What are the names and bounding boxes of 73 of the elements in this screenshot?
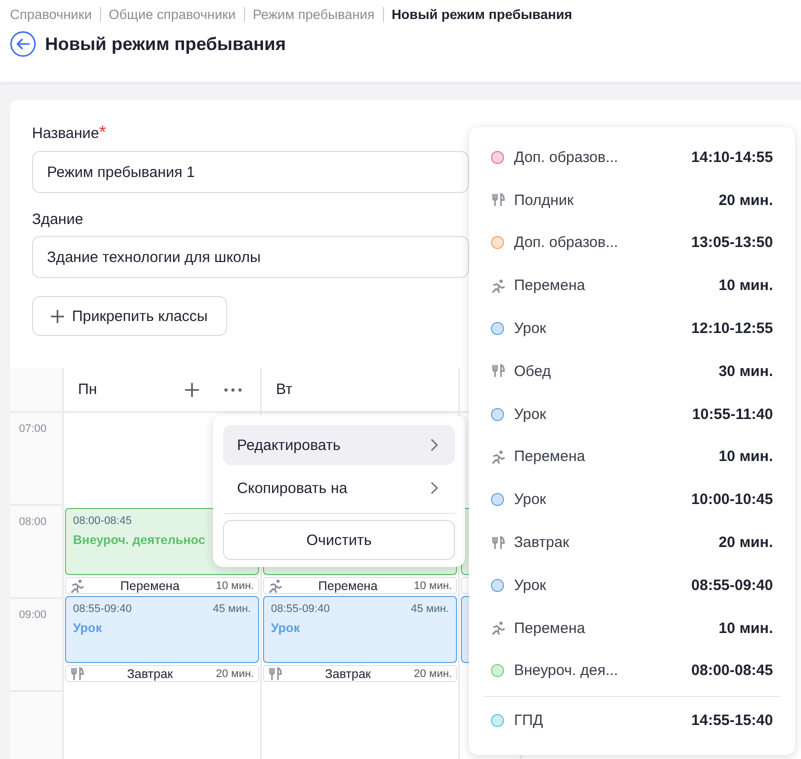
runner-icon bbox=[491, 450, 505, 464]
event-block[interactable]: 08:55-09:40 45 мин. Урок bbox=[263, 596, 457, 663]
legend-value: 10 мин. bbox=[718, 277, 773, 294]
event-block[interactable]: 08:55-09:40 45 мин. Урок bbox=[65, 596, 259, 663]
runner-icon bbox=[268, 578, 282, 592]
break-row: Завтрак 20 мин. bbox=[65, 665, 259, 682]
field-label: Название bbox=[32, 125, 100, 142]
building-select[interactable]: Здание технологии для школы bbox=[32, 236, 469, 278]
runner-icon bbox=[491, 621, 505, 636]
fork-knife-icon bbox=[70, 666, 84, 680]
legend-label: Перемена bbox=[514, 620, 586, 637]
legend-value: 14:10-14:55 bbox=[691, 148, 773, 166]
legend-value: 10:55-11:40 bbox=[692, 406, 773, 423]
legend-label: Перемена bbox=[514, 448, 586, 466]
legend-value: 08:00-08:45 bbox=[691, 662, 773, 680]
fork-knife-icon bbox=[491, 193, 505, 208]
name-input[interactable]: Режим пребывания 1 bbox=[32, 151, 469, 193]
event-duration: 45 мин. bbox=[410, 603, 449, 615]
legend-label: Перемена bbox=[514, 277, 586, 294]
legend-value: 10:00-10:45 bbox=[691, 491, 773, 508]
legend-label: Урок bbox=[514, 406, 548, 423]
add-icon[interactable] bbox=[184, 382, 200, 398]
legend-label: Доп. образов... bbox=[514, 148, 620, 166]
event-title: Урок bbox=[271, 621, 300, 635]
legend-label: Урок bbox=[514, 491, 548, 508]
legend-value: 30 мин. bbox=[718, 362, 773, 380]
runner-icon bbox=[70, 578, 84, 592]
break-row: Перемена 10 мин. bbox=[65, 577, 259, 594]
legend-label: Завтрак bbox=[514, 534, 570, 552]
legend-label: Внеуроч. дея... bbox=[514, 662, 620, 680]
day-header: Вт bbox=[276, 381, 294, 398]
page-title: Новый режим пребывания bbox=[45, 34, 286, 54]
chevron-right-icon bbox=[430, 438, 439, 452]
event-duration: 45 мин. bbox=[212, 603, 251, 615]
field-label: Здание bbox=[32, 211, 84, 228]
legend-value: 10 мин. bbox=[718, 448, 773, 466]
day-header: Пн bbox=[78, 381, 98, 398]
fork-knife-icon bbox=[491, 364, 505, 378]
clear-button[interactable]: Очистить bbox=[223, 520, 455, 560]
required-mark: * bbox=[99, 122, 106, 142]
legend-value: 20 мин. bbox=[718, 534, 773, 552]
legend-value: 12:10-12:55 bbox=[691, 320, 773, 338]
time-label: 07:00 bbox=[19, 423, 47, 435]
chevron-right-icon bbox=[430, 481, 439, 495]
break-row: Перемена 10 мин. bbox=[263, 577, 457, 594]
break-row: Завтрак 20 мин. bbox=[263, 665, 457, 682]
menu-item[interactable]: Скопировать на bbox=[223, 468, 455, 508]
legend-label: Обед bbox=[514, 362, 552, 380]
fork-knife-icon bbox=[491, 536, 505, 550]
legend-value: 13:05-13:50 bbox=[691, 234, 773, 252]
time-label: 08:00 bbox=[19, 516, 47, 528]
legend-value: 20 мин. bbox=[718, 192, 773, 209]
legend-value: 10 мин. bbox=[718, 620, 773, 637]
legend-label: Доп. образов... bbox=[514, 234, 620, 252]
fork-knife-icon bbox=[268, 666, 282, 680]
legend-label: Полдник bbox=[514, 192, 575, 209]
menu-item[interactable]: Редактировать bbox=[223, 425, 455, 465]
event-time: 08:00-08:45 bbox=[73, 515, 132, 527]
event-time: 08:55-09:40 bbox=[73, 603, 132, 615]
legend-value: 08:55-09:40 bbox=[691, 576, 773, 594]
event-time: 08:55-09:40 bbox=[271, 603, 330, 615]
attach-classes-button[interactable]: Прикрепить классы bbox=[32, 296, 227, 336]
more-icon[interactable] bbox=[224, 388, 242, 392]
event-title: Внеуроч. деятельнос bbox=[73, 533, 206, 547]
runner-icon bbox=[491, 278, 505, 293]
event-title: Урок bbox=[73, 621, 102, 635]
back-button[interactable] bbox=[10, 31, 36, 57]
time-label: 09:00 bbox=[19, 609, 47, 621]
legend-label: Урок bbox=[514, 320, 548, 338]
legend-label: ГПД bbox=[514, 712, 544, 730]
plus-icon bbox=[51, 310, 64, 322]
legend-value: 14:55-15:40 bbox=[691, 712, 773, 730]
legend-label: Урок bbox=[514, 576, 548, 594]
